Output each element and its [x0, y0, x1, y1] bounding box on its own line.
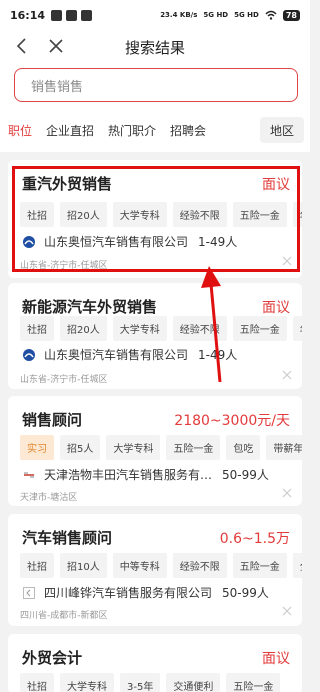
- job-card[interactable]: 新能源汽车外贸销售 面议 社招 招20人 大学专科 经验不限 五险一金 年 山东…: [8, 283, 302, 389]
- page-title: 搜索结果: [124, 39, 185, 57]
- company-name: 山东奥恒汽车销售有限公司: [44, 348, 189, 362]
- job-tag: 包吃: [226, 435, 261, 460]
- job-card[interactable]: 外贸会计 面议 社招 大学专科 3-5年 交通便利 五险一金: [8, 634, 302, 692]
- annotation-arrow: [201, 266, 222, 383]
- company-size: 50-99人: [222, 586, 269, 600]
- search-query: 销售销售: [31, 79, 84, 95]
- tab-jobs[interactable]: 职位: [8, 122, 32, 139]
- job-tag: 社招: [20, 673, 54, 692]
- job-tags: 社招 招20人 大学专科 经验不限 五险一金 年: [20, 316, 302, 341]
- job-location: 山东省-济宁市-任城区: [20, 375, 108, 385]
- tab-direct-hire[interactable]: 企业直招: [46, 122, 94, 139]
- job-tag: 全: [292, 553, 302, 578]
- job-tag: 年: [292, 316, 302, 341]
- app-notification-icon: [51, 9, 63, 21]
- job-salary: 0.6~1.5万: [219, 531, 290, 547]
- company-size: 50-99人: [222, 468, 269, 482]
- tab-job-fairs[interactable]: 招聘会: [170, 122, 206, 139]
- job-tag: 五险一金: [232, 553, 287, 578]
- filter-tabs: 职位 企业直招 热门职介 招聘会 地区: [0, 108, 310, 152]
- job-location: 四川省-成都市-新都区: [20, 611, 108, 621]
- job-tags: 社招 招10人 中等专科 经验不限 五险一金 全: [20, 553, 302, 578]
- signal-5g-icon: 5G HD: [203, 11, 229, 19]
- job-title: 新能源汽车外贸销售: [22, 298, 158, 316]
- job-card[interactable]: 汽车销售顾问 0.6~1.5万 社招 招10人 中等专科 经验不限 五险一金 全…: [8, 514, 302, 626]
- job-tag: 实习: [20, 435, 54, 460]
- signal-5g-icon: 5G HD: [234, 11, 259, 19]
- wifi-icon: [265, 10, 277, 20]
- job-location: 天津市-塘沽区: [20, 493, 78, 503]
- job-title: 销售顾问: [22, 411, 83, 429]
- job-tag: 五险一金: [232, 316, 287, 341]
- dismiss-icon[interactable]: [282, 488, 292, 498]
- job-tag: 招20人: [60, 316, 107, 341]
- search-bar: 销售销售: [0, 64, 310, 108]
- job-tag: 五险一金: [226, 673, 281, 692]
- job-tag: 3-5年: [120, 673, 161, 692]
- job-tag: 中等专科: [112, 553, 167, 578]
- job-tag: 招5人: [60, 435, 101, 460]
- job-tag: 社招: [20, 553, 54, 578]
- job-tag: 经验不限: [172, 553, 227, 578]
- title-bar: 搜索结果: [0, 30, 310, 64]
- region-filter-button[interactable]: 地区: [260, 117, 304, 143]
- job-tag: 社招: [20, 316, 54, 341]
- status-bar: 16:14 23.4 KB/s 5G HD 5G HD 78: [0, 0, 310, 30]
- notification-icons: [51, 9, 93, 21]
- job-title: 外贸会计: [22, 649, 83, 667]
- highlight-box: [12, 166, 300, 272]
- company-logo-icon: [23, 586, 35, 599]
- net-speed: 23.4 KB/s: [160, 11, 198, 19]
- job-tag: 五险一金: [166, 435, 221, 460]
- app-notification-icon: [66, 9, 78, 21]
- search-input[interactable]: 销售销售: [14, 68, 298, 102]
- dismiss-icon[interactable]: [282, 606, 292, 616]
- job-salary: 面议: [262, 300, 290, 316]
- job-tag: 交通便利: [166, 673, 221, 692]
- battery-icon: 78: [282, 9, 300, 21]
- company-logo-icon: [24, 472, 34, 477]
- job-tag: 招10人: [60, 553, 107, 578]
- status-right: 23.4 KB/s 5G HD 5G HD 78: [160, 9, 300, 21]
- job-salary: 面议: [262, 651, 290, 667]
- app-notification-icon: [81, 9, 93, 21]
- company-logo-icon: [23, 348, 35, 361]
- job-card[interactable]: 销售顾问 2180~3000元/天 实习 招5人 大学专科 五险一金 包吃 带薪…: [8, 396, 302, 506]
- job-tag: 带薪年假: [266, 435, 302, 460]
- job-salary: 2180~3000元/天: [174, 413, 290, 429]
- job-tag: 大学专科: [60, 673, 114, 692]
- company-name: 四川峰铧汽车销售服务有限公司: [44, 586, 213, 600]
- tab-agencies[interactable]: 热门职介: [108, 122, 156, 139]
- company-name: 天津浩物丰田汽车销售服务有…: [44, 468, 213, 482]
- job-tags: 社招 大学专科 3-5年 交通便利 五险一金: [20, 673, 302, 692]
- job-tags: 实习 招5人 大学专科 五险一金 包吃 带薪年假: [20, 435, 302, 460]
- job-tag: 大学专科: [112, 316, 167, 341]
- company-info: 四川峰铧汽车销售服务有限公司 50-99人: [22, 584, 269, 601]
- company-info: 天津浩物丰田汽车销售服务有… 50-99人: [22, 466, 269, 483]
- job-title: 汽车销售顾问: [22, 529, 113, 547]
- dismiss-icon[interactable]: [282, 370, 292, 380]
- job-tag: 大学专科: [106, 435, 161, 460]
- status-time: 16:14: [10, 8, 46, 22]
